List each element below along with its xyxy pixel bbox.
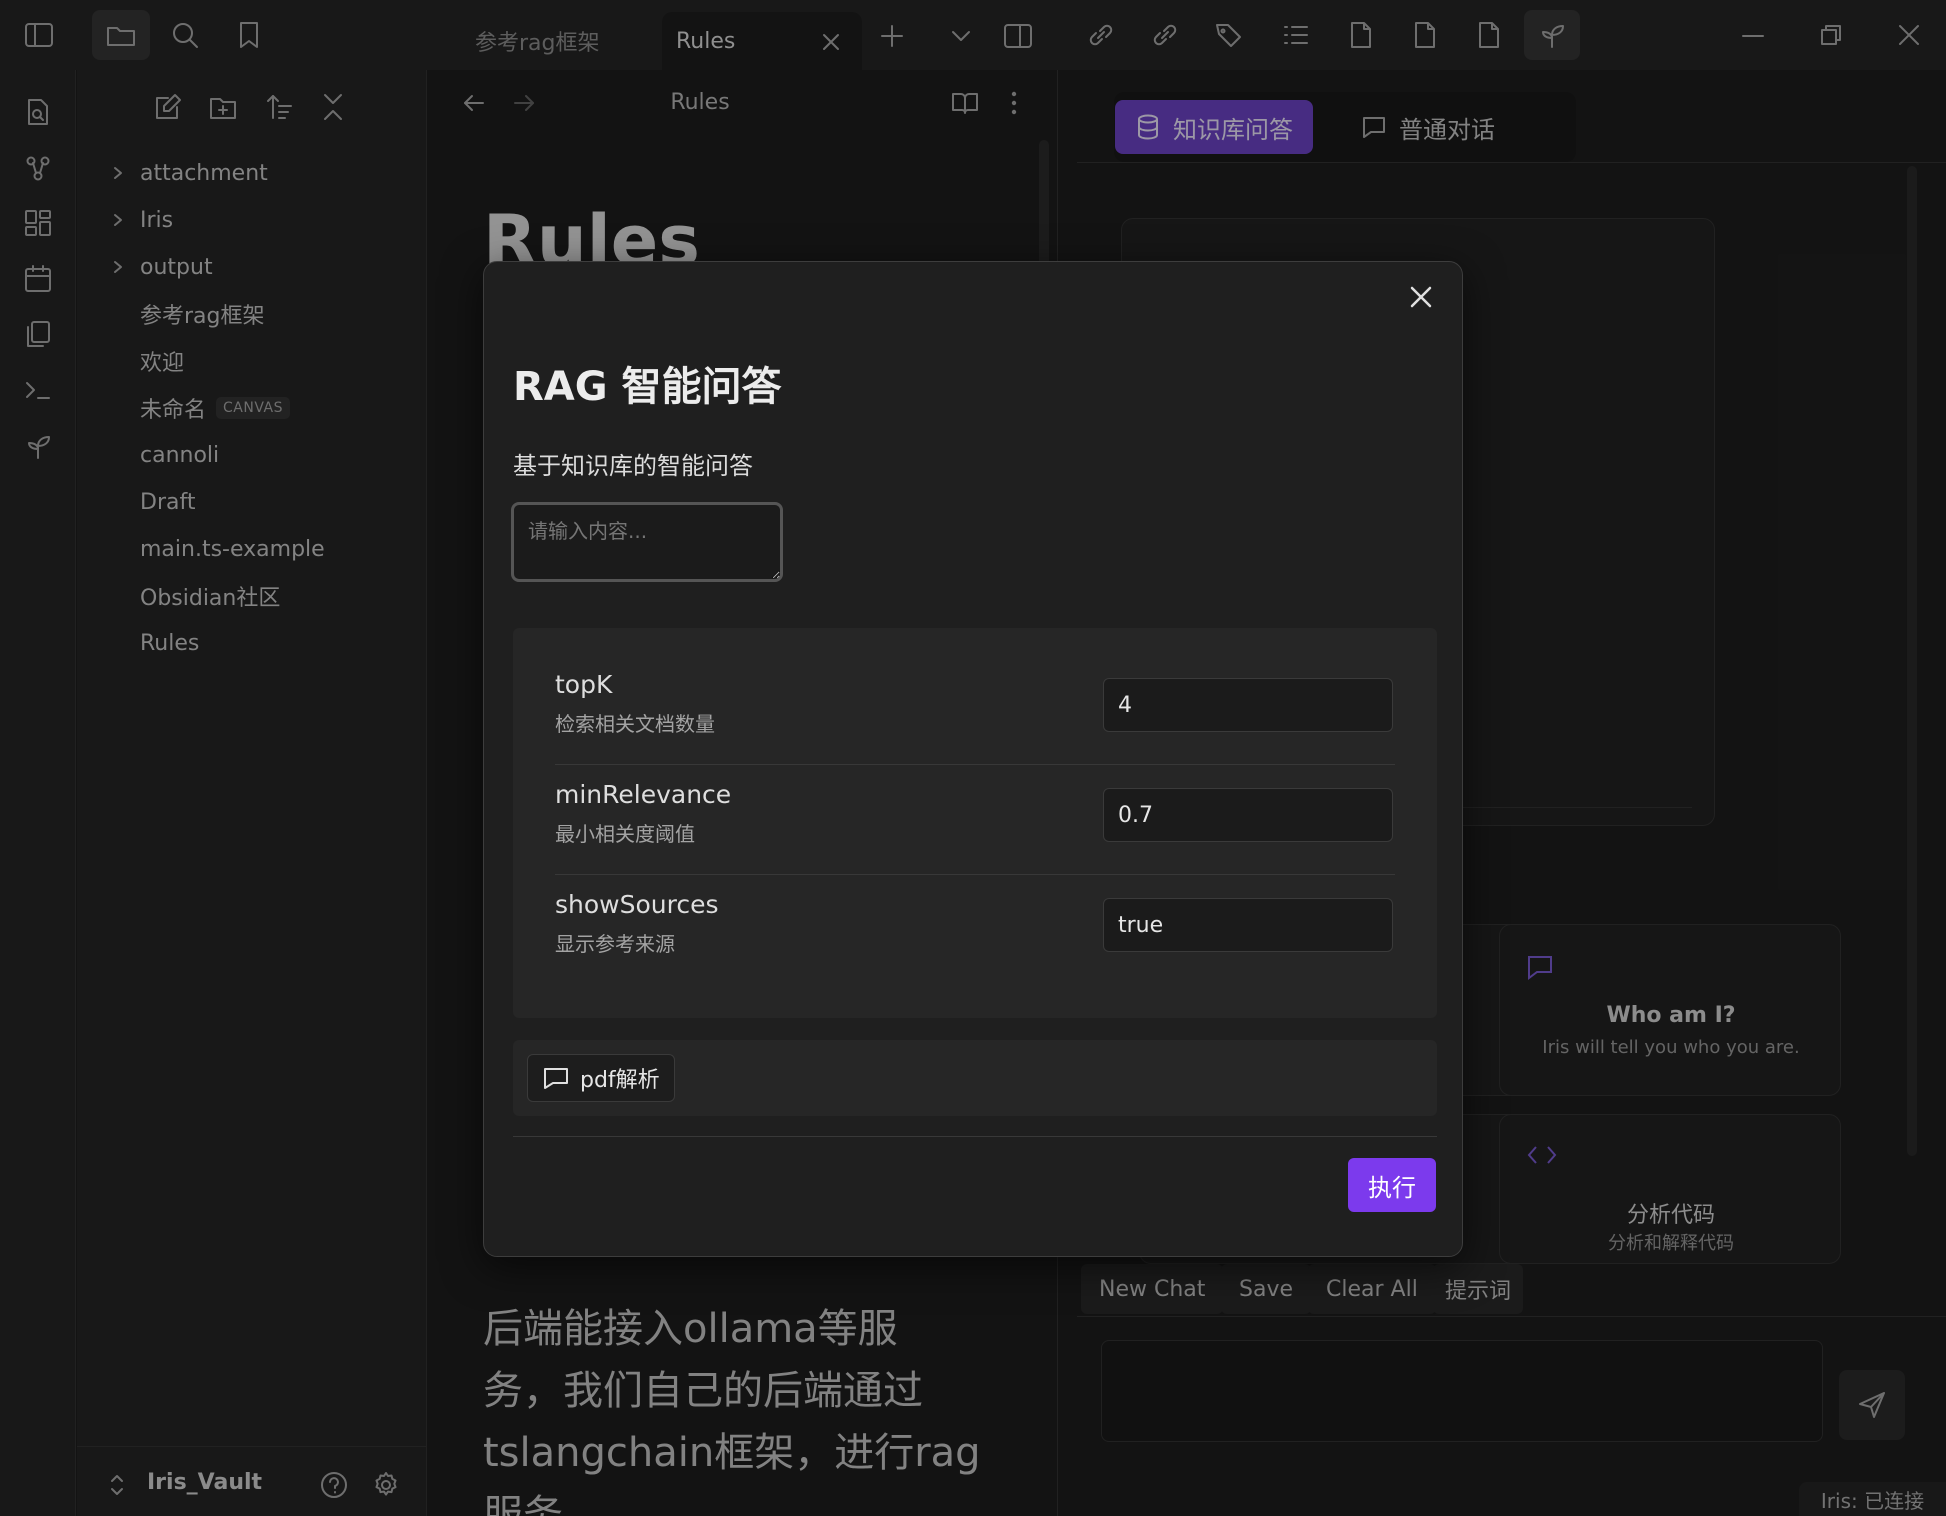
params-panel: topK 检索相关文档数量 4 minRelevance 最小相关度阈值 0.7…: [513, 628, 1437, 1018]
param-show-sources: showSources 显示参考来源 true: [513, 876, 1437, 986]
divider: [555, 874, 1395, 875]
param-desc: 显示参考来源: [555, 932, 675, 956]
modal-title: RAG 智能问答: [513, 364, 782, 410]
pdf-parse-chip[interactable]: pdf解析: [527, 1054, 675, 1102]
show-sources-input[interactable]: true: [1103, 898, 1393, 952]
divider: [513, 1136, 1437, 1137]
rag-modal: RAG 智能问答 基于知识库的智能问答 topK 检索相关文档数量 4 minR…: [483, 261, 1463, 1257]
param-name: showSources: [555, 890, 719, 919]
param-topk: topK 检索相关文档数量 4: [513, 656, 1437, 766]
min-relevance-input[interactable]: 0.7: [1103, 788, 1393, 842]
message-icon: [544, 1068, 568, 1089]
topk-input[interactable]: 4: [1103, 678, 1393, 732]
execute-button[interactable]: 执行: [1348, 1158, 1436, 1212]
query-textarea[interactable]: [511, 502, 783, 582]
param-name: topK: [555, 670, 613, 699]
param-min-relevance: minRelevance 最小相关度阈值 0.7: [513, 766, 1437, 876]
modal-subtitle: 基于知识库的智能问答: [513, 452, 753, 480]
action-chips-bar: pdf解析: [513, 1040, 1437, 1116]
param-name: minRelevance: [555, 780, 732, 809]
close-modal-icon[interactable]: [1408, 284, 1434, 310]
param-desc: 检索相关文档数量: [555, 712, 715, 736]
pdf-parse-label: pdf解析: [580, 1068, 660, 1093]
divider: [555, 764, 1395, 765]
param-desc: 最小相关度阈值: [555, 822, 695, 846]
